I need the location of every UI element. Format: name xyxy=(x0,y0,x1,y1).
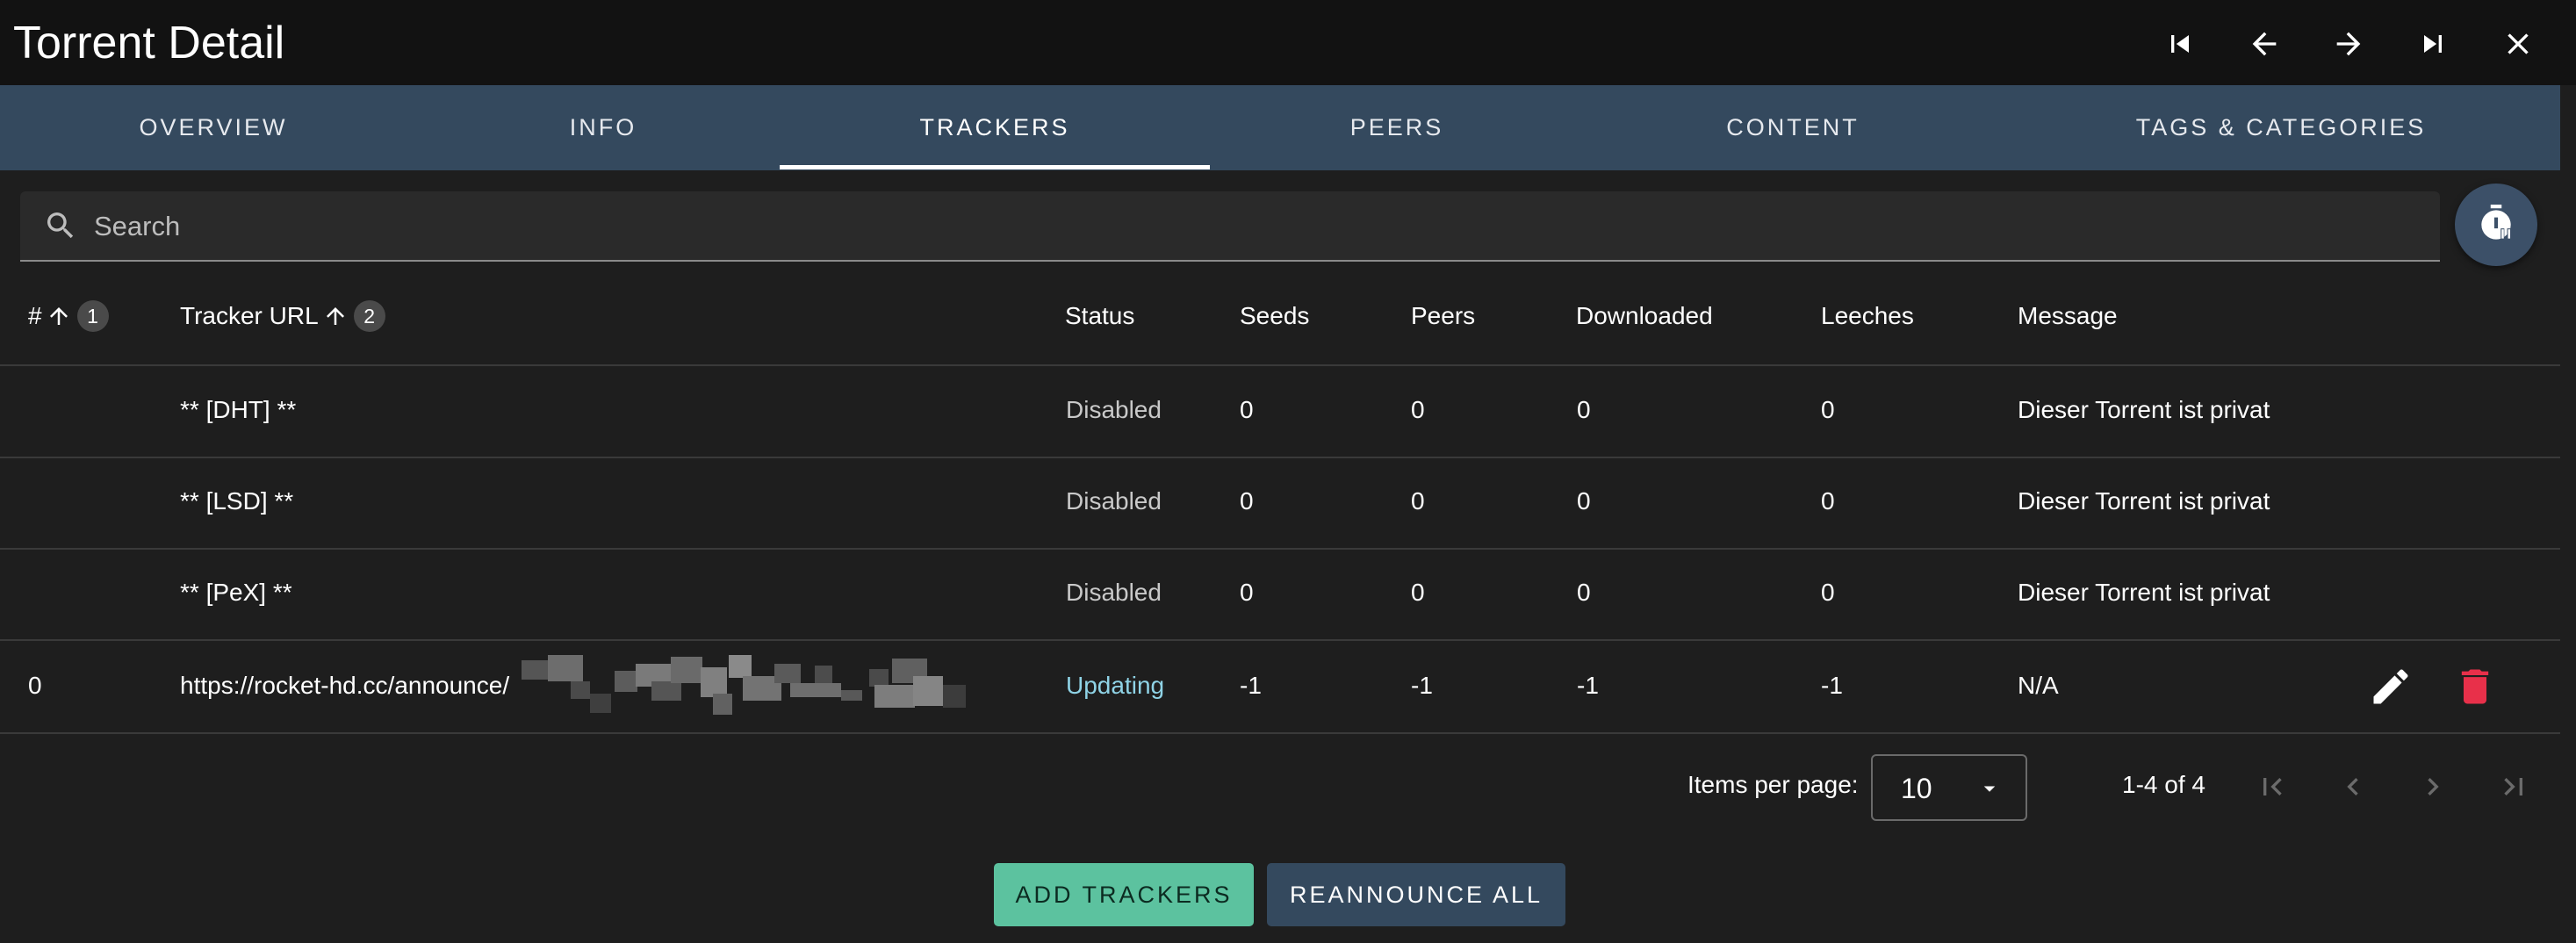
column-header-index-label: # xyxy=(28,302,42,329)
items-per-page-select[interactable]: 10 xyxy=(1871,754,2027,821)
first-torrent-button[interactable] xyxy=(2154,18,2206,70)
leeches-cell: 0 xyxy=(1821,487,1835,515)
first-page-icon[interactable] xyxy=(2255,769,2290,804)
message-cell: Dieser Torrent ist privat xyxy=(2018,487,2270,515)
seeds-cell: -1 xyxy=(1240,672,1262,699)
arrow-left-icon xyxy=(2252,32,2277,56)
column-header-peers[interactable]: Peers xyxy=(1411,299,1475,334)
arrow-right-icon xyxy=(2336,32,2361,56)
tracker-url-cell: https://rocket-hd.cc/announce/ xyxy=(180,672,510,699)
row-divider xyxy=(0,732,2560,734)
column-header-index[interactable]: # 1 xyxy=(28,299,109,334)
column-header-leeches[interactable]: Leeches xyxy=(1821,299,1914,334)
seeds-cell: 0 xyxy=(1240,579,1254,606)
previous-page-icon[interactable] xyxy=(2335,769,2371,804)
status-cell: Updating xyxy=(1066,672,1165,699)
last-page-icon[interactable] xyxy=(2496,769,2531,804)
status-cell: Disabled xyxy=(1066,396,1162,423)
tracker-url-cell: ** [LSD] ** xyxy=(180,487,294,515)
peers-cell: 0 xyxy=(1411,396,1425,423)
message-cell: Dieser Torrent ist privat xyxy=(2018,396,2270,423)
page-range-text: 1-4 of 4 xyxy=(2122,771,2205,798)
tracker-url-cell: ** [PeX] ** xyxy=(180,579,292,606)
close-button[interactable] xyxy=(2492,18,2544,70)
downloaded-cell: -1 xyxy=(1577,672,1599,699)
reannounce-all-button[interactable]: REANNOUNCE ALL xyxy=(1267,863,1565,926)
sort-ascending-icon xyxy=(49,307,68,325)
index-cell: 0 xyxy=(28,672,42,699)
close-icon xyxy=(2508,33,2529,54)
sort-ascending-icon xyxy=(326,307,344,325)
downloaded-cell: 0 xyxy=(1577,396,1591,423)
row-divider xyxy=(0,457,2560,458)
status-cell: Disabled xyxy=(1066,579,1162,606)
downloaded-cell: 0 xyxy=(1577,579,1591,606)
sort-order-badge: 1 xyxy=(76,300,109,332)
tab-info[interactable]: INFO xyxy=(427,85,780,170)
tab-peers[interactable]: PEERS xyxy=(1210,85,1584,170)
next-page-icon[interactable] xyxy=(2415,769,2450,804)
peers-cell: -1 xyxy=(1411,672,1433,699)
downloaded-cell: 0 xyxy=(1577,487,1591,515)
row-divider xyxy=(0,639,2560,641)
peers-cell: 0 xyxy=(1411,579,1425,606)
tab-trackers[interactable]: TRACKERS xyxy=(780,85,1210,170)
column-header-seeds[interactable]: Seeds xyxy=(1240,299,1309,334)
leeches-cell: 0 xyxy=(1821,579,1835,606)
header-divider xyxy=(0,364,2560,366)
seeds-cell: 0 xyxy=(1240,487,1254,515)
tab-overview[interactable]: OVERVIEW xyxy=(0,85,427,170)
search-icon xyxy=(47,212,74,239)
peers-cell: 0 xyxy=(1411,487,1425,515)
tab-tags-categories[interactable]: TAGS & CATEGORIES xyxy=(2002,85,2560,170)
leeches-cell: 0 xyxy=(1821,396,1835,423)
search-input[interactable] xyxy=(92,202,2378,251)
dialog-title: Torrent Detail xyxy=(13,18,285,68)
edit-pencil-icon[interactable] xyxy=(2368,664,2414,709)
items-per-page-value: 10 xyxy=(1901,773,1932,804)
previous-torrent-button[interactable] xyxy=(2238,18,2291,70)
column-header-tracker-url[interactable]: Tracker URL 2 xyxy=(180,299,385,334)
add-trackers-button[interactable]: ADD TRACKERS xyxy=(994,863,1254,926)
active-tab-indicator xyxy=(780,165,1210,169)
tracker-url-cell: ** [DHT] ** xyxy=(180,396,297,423)
sort-order-badge: 2 xyxy=(353,300,385,332)
leeches-cell: -1 xyxy=(1821,672,1843,699)
column-header-message[interactable]: Message xyxy=(2018,299,2118,334)
column-header-downloaded[interactable]: Downloaded xyxy=(1576,299,1713,334)
search-field[interactable] xyxy=(20,191,2440,262)
title-bar: Torrent Detail xyxy=(0,0,2576,85)
reannounce-timer-button[interactable] xyxy=(2455,184,2537,266)
last-page-icon xyxy=(2424,35,2442,53)
caret-down-icon xyxy=(1983,786,1996,792)
tab-bar: OVERVIEW INFO TRACKERS PEERS CONTENT TAG… xyxy=(0,85,2560,170)
timer-pause-icon xyxy=(2481,205,2511,240)
last-torrent-button[interactable] xyxy=(2407,18,2459,70)
first-page-icon xyxy=(2171,35,2189,53)
next-torrent-button[interactable] xyxy=(2322,18,2375,70)
message-cell: Dieser Torrent ist privat xyxy=(2018,579,2270,606)
tab-content[interactable]: CONTENT xyxy=(1584,85,2002,170)
column-header-tracker-url-label: Tracker URL xyxy=(180,302,319,329)
row-divider xyxy=(0,548,2560,550)
delete-trash-icon[interactable] xyxy=(2452,664,2498,709)
column-header-status[interactable]: Status xyxy=(1065,299,1134,334)
seeds-cell: 0 xyxy=(1240,396,1254,423)
items-per-page-label: Items per page: xyxy=(1687,771,1859,798)
message-cell: N/A xyxy=(2018,672,2059,699)
status-cell: Disabled xyxy=(1066,487,1162,515)
